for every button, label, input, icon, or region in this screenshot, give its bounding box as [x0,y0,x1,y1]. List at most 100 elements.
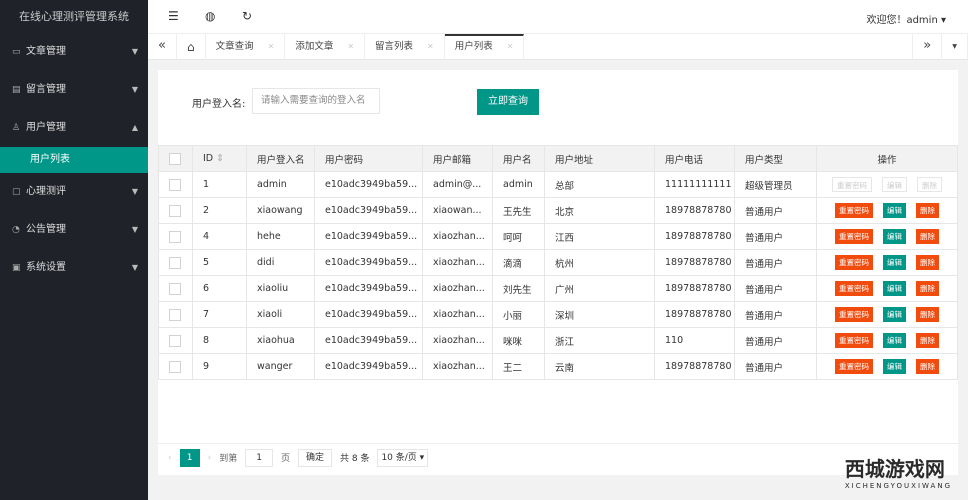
table-cell: xiaozhan... [422,353,493,380]
table-cell: 7 [192,301,247,328]
close-icon[interactable]: ✕ [268,34,275,60]
actions-cell: 重置密码 编辑 删除 [816,171,958,198]
reset-password-button[interactable]: 重置密码 [835,203,873,218]
row-checkbox[interactable] [158,249,193,276]
row-checkbox[interactable] [158,301,193,328]
page-1[interactable]: 1 [179,448,200,467]
table-cell: e10adc3949ba59... [314,275,423,302]
edit-button[interactable]: 编辑 [883,333,906,348]
table-cell: xiaowan... [422,197,493,224]
table-row: 6 xiaoliu e10adc3949ba59... xiaozhan... 刘先生广… [158,275,958,302]
row-checkbox[interactable] [158,327,193,354]
refresh-icon[interactable]: ↻ [242,9,252,23]
tab-label: 留言列表 [375,41,414,52]
delete-button[interactable]: 删除 [916,203,939,218]
reset-password-button[interactable]: 重置密码 [835,255,873,270]
table-cell: 18978878780 [654,275,735,302]
reset-password-button[interactable]: 重置密码 [835,229,873,244]
sidebar-item-5[interactable]: ▣ 系统设置 ▼ [0,249,148,287]
reset-password-button[interactable]: 重置密码 [835,333,873,348]
table-cell: xiaoliu [246,275,315,302]
column-header: 用户密码 [314,145,423,172]
delete-button[interactable]: 删除 [916,359,939,374]
actions-cell: 重置密码 编辑 删除 [816,197,958,224]
edit-button[interactable]: 编辑 [883,229,906,244]
page-size-select[interactable]: 10 条/页 ▾ [377,448,429,467]
table-cell: e10adc3949ba59... [314,327,423,354]
table-cell: xiaozhan... [422,249,493,276]
top-bar: ☰ ◍ ↻ 欢迎您！admin ▾ [148,0,968,33]
sort-icon: ⇕ [216,153,225,164]
edit-button[interactable]: 编辑 [883,281,906,296]
table-cell: 18978878780 [654,301,735,328]
table-row: 9 wanger e10adc3949ba59... xiaozhan... 王二 云南 1… [158,353,958,380]
sidebar-item-1[interactable]: ▤ 留言管理 ▼ [0,71,148,109]
delete-button[interactable]: 删除 [916,255,939,270]
delete-button[interactable]: 删除 [916,281,939,296]
tabs-left-icon[interactable]: « [148,34,177,60]
sidebar-item-4[interactable]: ◔ 公告管理 ▼ [0,211,148,249]
delete-button[interactable]: 删除 [916,333,939,348]
delete-button[interactable]: 删除 [916,307,939,322]
close-icon[interactable]: ✕ [347,34,354,60]
sidebar-subitem-user-list[interactable]: 用户列表 [0,147,148,173]
sidebar-item-3[interactable]: ▢ 心理测评 ▼ [0,173,148,211]
row-checkbox[interactable] [158,223,193,250]
tabs-right-icon[interactable]: » [912,34,943,60]
select-all-checkbox[interactable] [158,145,193,172]
content-panel: 用户登入名: 请输入需要查询的登入名 立即查询 ID ⇕ 用户登入名 用户密码 用户邮… [158,70,958,475]
table-cell: 杭州 [544,249,655,276]
actions-cell: 重置密码 编辑 删除 [816,301,958,328]
tabs-dropdown-icon[interactable]: ▾ [942,34,968,60]
table-cell: admin [492,171,545,198]
table-cell: e10adc3949ba59... [314,353,423,380]
search-input[interactable]: 请输入需要查询的登入名 [252,88,380,114]
tab-1[interactable]: 添加文章 ✕ [285,34,366,60]
table-cell: 11111111111 [654,171,735,198]
table-cell: xiaozhan... [422,301,493,328]
row-checkbox[interactable] [158,353,193,380]
table-cell: 超级管理员 [734,171,817,198]
row-checkbox[interactable] [158,197,193,224]
caret-down-icon: ▼ [131,85,138,94]
sidebar-item-label: 系统设置 [26,262,66,273]
edit-button[interactable]: 编辑 [883,203,906,218]
close-icon[interactable]: ✕ [507,36,514,60]
reset-password-button[interactable]: 重置密码 [835,281,873,296]
search-button[interactable]: 立即查询 [477,89,539,115]
table-row: 1 admin e10adc3949ba59... admin@... admin 总部 1… [158,171,958,198]
actions-cell: 重置密码 编辑 删除 [816,327,958,354]
delete-button[interactable]: 删除 [916,229,939,244]
edit-button[interactable]: 编辑 [883,255,906,270]
prev-page-icon[interactable]: ‹ [168,453,172,463]
edit-button[interactable]: 编辑 [883,359,906,374]
caret-up-icon: ▲ [131,123,138,132]
user-icon: ♙ [12,123,21,133]
sidebar-item-2[interactable]: ♙ 用户管理 ▲ [0,109,148,147]
close-icon[interactable]: ✕ [427,34,434,60]
tab-2[interactable]: 留言列表 ✕ [365,34,445,60]
table-cell: e10adc3949ba59... [314,249,423,276]
row-checkbox[interactable] [158,171,193,198]
table-cell: 王先生 [492,197,545,224]
reset-password-button: 重置密码 [832,177,872,192]
edit-button[interactable]: 编辑 [883,307,906,322]
user-menu[interactable]: 欢迎您！admin ▾ [866,11,946,26]
table-cell: 广州 [544,275,655,302]
reset-password-button[interactable]: 重置密码 [835,307,873,322]
goto-confirm-button[interactable]: 确定 [297,448,332,467]
tab-0[interactable]: 文章查询 ✕ [206,34,286,60]
table-cell: admin [246,171,315,198]
goto-page-input[interactable]: 1 [245,448,273,467]
column-header: 用户登入名 [246,145,315,172]
sidebar-item-0[interactable]: ▭ 文章管理 ▼ [0,33,148,71]
tab-3[interactable]: 用户列表 ✕ [444,34,525,60]
table-cell: 普通用户 [734,327,817,354]
reset-password-button[interactable]: 重置密码 [835,359,873,374]
menu-toggle-icon[interactable]: ☰ [168,9,179,23]
globe-icon[interactable]: ◍ [205,9,215,23]
row-checkbox[interactable] [158,275,193,302]
home-icon[interactable]: ⌂ [177,34,206,60]
column-header[interactable]: ID ⇕ [192,145,247,172]
next-page-icon[interactable]: › [208,453,212,463]
